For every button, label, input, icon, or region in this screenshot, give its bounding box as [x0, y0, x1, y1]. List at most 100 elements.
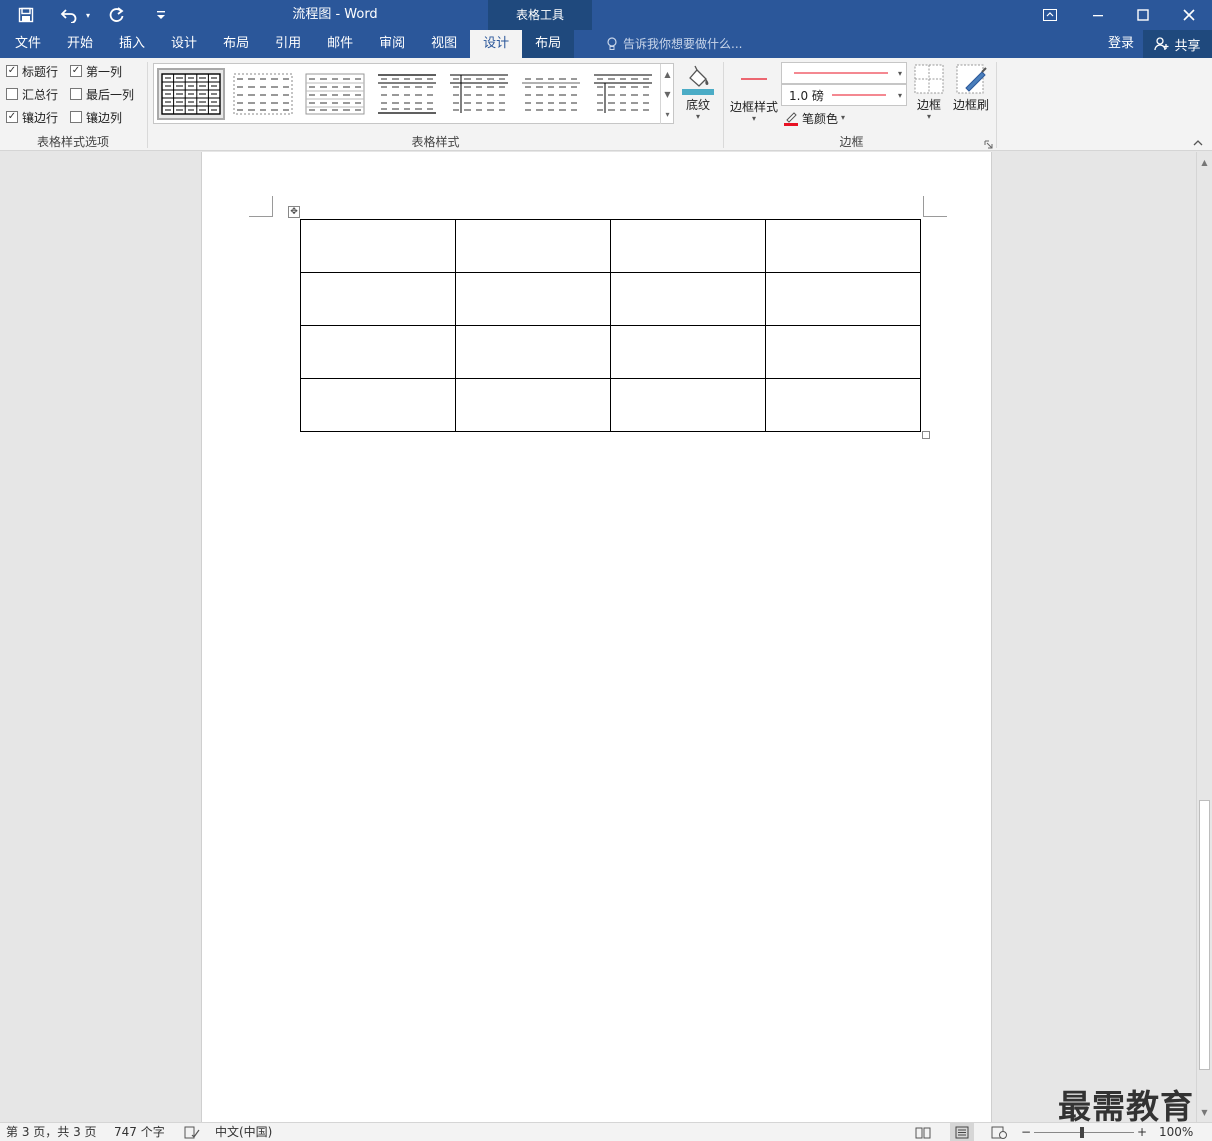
ribbon-display-icon[interactable]	[1027, 0, 1073, 30]
pen-weight-dropdown[interactable]: 1.0 磅 ▾	[781, 84, 907, 106]
tab-9[interactable]: 设计	[470, 30, 523, 58]
tab-4[interactable]: 布局	[210, 30, 262, 58]
table-cell[interactable]	[610, 219, 766, 273]
table-cell[interactable]	[765, 219, 921, 273]
option-banded-columns[interactable]: 镶边列	[70, 108, 122, 126]
table-cell[interactable]	[610, 378, 766, 432]
maximize-icon[interactable]	[1120, 0, 1166, 30]
undo-icon[interactable]	[56, 0, 82, 30]
minimize-icon[interactable]	[1075, 0, 1121, 30]
read-mode-icon[interactable]	[915, 1126, 931, 1141]
table-style-thumbnail[interactable]	[445, 68, 513, 120]
zoom-level[interactable]: 100%	[1159, 1123, 1193, 1141]
table-cell[interactable]	[765, 325, 921, 379]
table-style-thumbnail[interactable]	[517, 68, 585, 120]
checkbox-banded-rows[interactable]: ✓	[6, 111, 18, 123]
table-cell[interactable]	[765, 272, 921, 326]
table-resize-handle[interactable]	[922, 431, 930, 439]
zoom-out-icon[interactable]: −	[1021, 1123, 1031, 1141]
undo-dropdown-icon[interactable]: ▾	[82, 0, 94, 30]
gallery-scroll-down-icon[interactable]: ▼	[660, 84, 674, 104]
pen-weight-preview-icon	[831, 94, 886, 96]
tab-1[interactable]: 开始	[54, 30, 106, 58]
table-style-thumbnail[interactable]	[157, 68, 225, 120]
tell-me-box[interactable]: 告诉我你想要做什么...	[606, 30, 742, 58]
gallery-scroll-up-icon[interactable]: ▲	[660, 64, 674, 84]
table-cell[interactable]	[300, 272, 456, 326]
checkbox-last-column[interactable]	[70, 88, 82, 100]
document-table[interactable]	[300, 219, 921, 432]
table-cell[interactable]	[455, 378, 611, 432]
option-banded-rows[interactable]: ✓ 镶边行	[6, 108, 58, 126]
tab-7[interactable]: 审阅	[366, 30, 418, 58]
border-painter-button[interactable]: 边框刷	[950, 64, 992, 113]
table-style-thumbnail[interactable]	[589, 68, 657, 120]
table-cell[interactable]	[455, 219, 611, 273]
pen-color-dropdown-icon: ▾	[841, 113, 846, 122]
table-cell[interactable]	[610, 325, 766, 379]
customize-qat-icon[interactable]	[150, 0, 172, 30]
scroll-up-icon[interactable]: ▲	[1197, 154, 1212, 170]
collapse-ribbon-icon[interactable]	[1190, 138, 1206, 150]
table-cell[interactable]	[300, 325, 456, 379]
borders-dropdown-icon: ▾	[926, 112, 931, 121]
border-styles-button[interactable]: 边框样式 ▾	[727, 66, 781, 123]
line-style-dropdown[interactable]: ▾	[781, 62, 907, 84]
vertical-scrollbar[interactable]: ▲ ▼	[1196, 152, 1212, 1122]
language-indicator[interactable]: 中文(中国)	[215, 1123, 272, 1141]
checkbox-first-column[interactable]: ✓	[70, 65, 82, 77]
line-style-preview-icon	[794, 72, 888, 74]
option-last-column[interactable]: 最后一列	[70, 85, 134, 103]
tab-5[interactable]: 引用	[262, 30, 314, 58]
ribbon: ✓ 标题行 ✓ 第一列 汇总行 最后一列 ✓ 镶边行 镶边列 表格样式选项 ▲ ▼ ▾…	[0, 58, 1212, 151]
shading-label: 底纹	[685, 98, 710, 112]
close-icon[interactable]	[1166, 0, 1212, 30]
title-bar: ▾ 流程图 - Word 表格工具	[0, 0, 1212, 30]
sign-in-link[interactable]: 登录	[1108, 30, 1134, 58]
web-layout-icon[interactable]	[991, 1126, 1007, 1141]
zoom-slider-thumb[interactable]	[1080, 1127, 1084, 1138]
table-cell[interactable]	[300, 378, 456, 432]
table-style-thumbnail[interactable]	[229, 68, 297, 120]
group-separator	[996, 62, 997, 148]
zoom-in-icon[interactable]: +	[1137, 1123, 1147, 1141]
table-cell[interactable]	[610, 272, 766, 326]
checkbox-header-row[interactable]: ✓	[6, 65, 18, 77]
borders-dialog-launcher-icon[interactable]	[984, 138, 993, 149]
save-icon[interactable]	[12, 0, 40, 30]
zoom-slider-track[interactable]	[1034, 1132, 1134, 1133]
tab-3[interactable]: 设计	[158, 30, 210, 58]
option-total-row[interactable]: 汇总行	[6, 85, 58, 103]
table-cell[interactable]	[455, 325, 611, 379]
tab-0[interactable]: 文件	[0, 30, 54, 58]
border-painter-label: 边框刷	[952, 98, 989, 112]
tab-2[interactable]: 插入	[106, 30, 158, 58]
scrollbar-thumb[interactable]	[1199, 800, 1210, 1070]
print-layout-icon[interactable]	[950, 1123, 974, 1141]
pen-color-button[interactable]: 笔颜色 ▾	[783, 109, 845, 127]
scroll-down-icon[interactable]: ▼	[1197, 1104, 1212, 1120]
checkbox-banded-columns[interactable]	[70, 111, 82, 123]
table-style-thumbnail[interactable]	[373, 68, 441, 120]
proofing-icon[interactable]	[184, 1126, 200, 1141]
tab-6[interactable]: 邮件	[314, 30, 366, 58]
word-count[interactable]: 747 个字	[114, 1123, 165, 1141]
table-move-handle-icon[interactable]: ✥	[288, 206, 300, 218]
shading-button[interactable]: 底纹 ▾	[680, 64, 716, 121]
table-cell[interactable]	[455, 272, 611, 326]
borders-grid-icon	[914, 64, 944, 94]
option-header-row[interactable]: ✓ 标题行	[6, 62, 58, 80]
tab-10[interactable]: 布局	[522, 30, 575, 58]
table-cell[interactable]	[300, 219, 456, 273]
borders-button[interactable]: 边框 ▾	[911, 64, 947, 121]
table-style-thumbnail[interactable]	[301, 68, 369, 120]
redo-icon[interactable]	[104, 0, 130, 30]
checkbox-total-row[interactable]	[6, 88, 18, 100]
gallery-more-icon[interactable]: ▾	[660, 104, 674, 124]
tab-8[interactable]: 视图	[418, 30, 470, 58]
table-cell[interactable]	[765, 378, 921, 432]
option-first-column[interactable]: ✓ 第一列	[70, 62, 122, 80]
share-button[interactable]: 共享	[1143, 30, 1212, 58]
document-page[interactable]: ✥	[201, 152, 992, 1122]
page-info[interactable]: 第 3 页，共 3 页	[6, 1123, 97, 1141]
